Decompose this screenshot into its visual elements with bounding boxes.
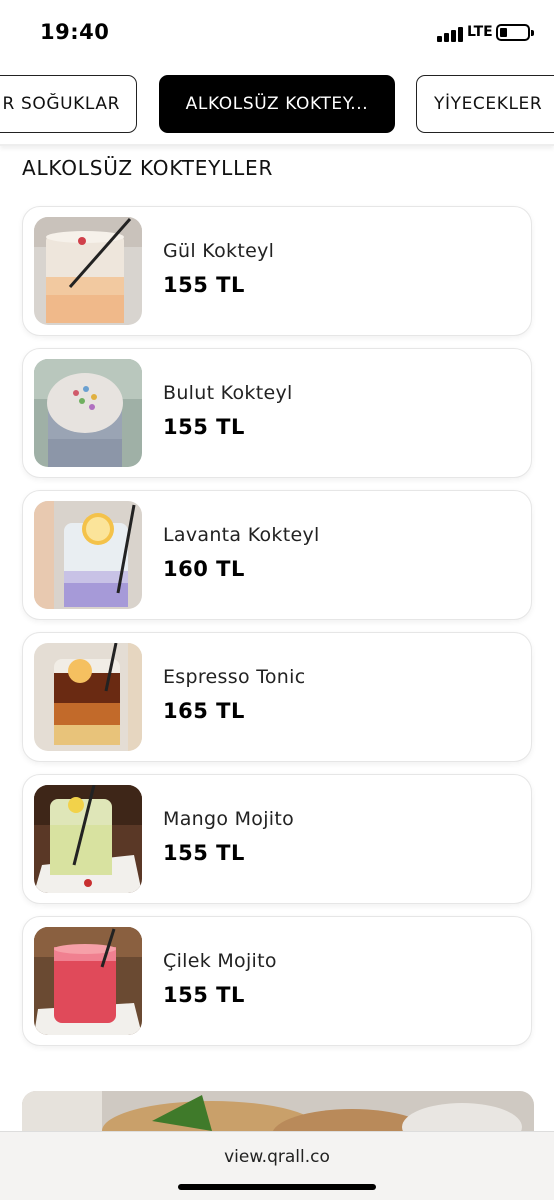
status-bar: 19:40 LTE — [0, 0, 554, 64]
tab-food[interactable]: YİYECEKLER — [416, 75, 554, 133]
url-label[interactable]: view.qrall.co — [0, 1147, 554, 1167]
status-time: 19:40 — [40, 20, 110, 44]
network-label: LTE — [467, 24, 493, 40]
product-card[interactable]: Çilek Mojito 155 TL — [22, 916, 532, 1046]
product-image — [34, 927, 142, 1035]
section-title: ALKOLSÜZ KOKTEYLLER — [22, 156, 274, 180]
signal-icon — [437, 26, 463, 42]
product-card[interactable]: Lavanta Kokteyl 160 TL — [22, 490, 532, 620]
product-card[interactable]: Gül Kokteyl 155 TL — [22, 206, 532, 336]
home-indicator[interactable] — [178, 1184, 376, 1190]
product-name: Gül Kokteyl — [163, 240, 275, 262]
product-card[interactable]: Mango Mojito 155 TL — [22, 774, 532, 904]
tab-non-alcoholic-cocktails[interactable]: ALKOLSÜZ KOKTEY... — [159, 75, 395, 133]
product-image — [34, 359, 142, 467]
category-tabs: R SOĞUKLAR ALKOLSÜZ KOKTEY... YİYECEKLER — [0, 64, 554, 146]
product-price: 155 TL — [163, 841, 245, 865]
battery-icon — [496, 24, 534, 41]
product-image — [34, 217, 142, 325]
product-price: 155 TL — [163, 273, 245, 297]
product-name: Espresso Tonic — [163, 666, 306, 688]
product-image — [34, 785, 142, 893]
product-name: Bulut Kokteyl — [163, 382, 293, 404]
product-price: 165 TL — [163, 699, 245, 723]
product-image — [34, 643, 142, 751]
product-name: Çilek Mojito — [163, 950, 277, 972]
product-price: 155 TL — [163, 983, 245, 1007]
product-name: Mango Mojito — [163, 808, 295, 830]
product-image — [34, 501, 142, 609]
product-name: Lavanta Kokteyl — [163, 524, 320, 546]
product-card[interactable]: Espresso Tonic 165 TL — [22, 632, 532, 762]
browser-bottom-bar: view.qrall.co — [0, 1131, 554, 1200]
product-card[interactable]: Bulut Kokteyl 155 TL — [22, 348, 532, 478]
product-price: 160 TL — [163, 557, 245, 581]
tab-cold-drinks[interactable]: R SOĞUKLAR — [0, 75, 137, 133]
product-price: 155 TL — [163, 415, 245, 439]
